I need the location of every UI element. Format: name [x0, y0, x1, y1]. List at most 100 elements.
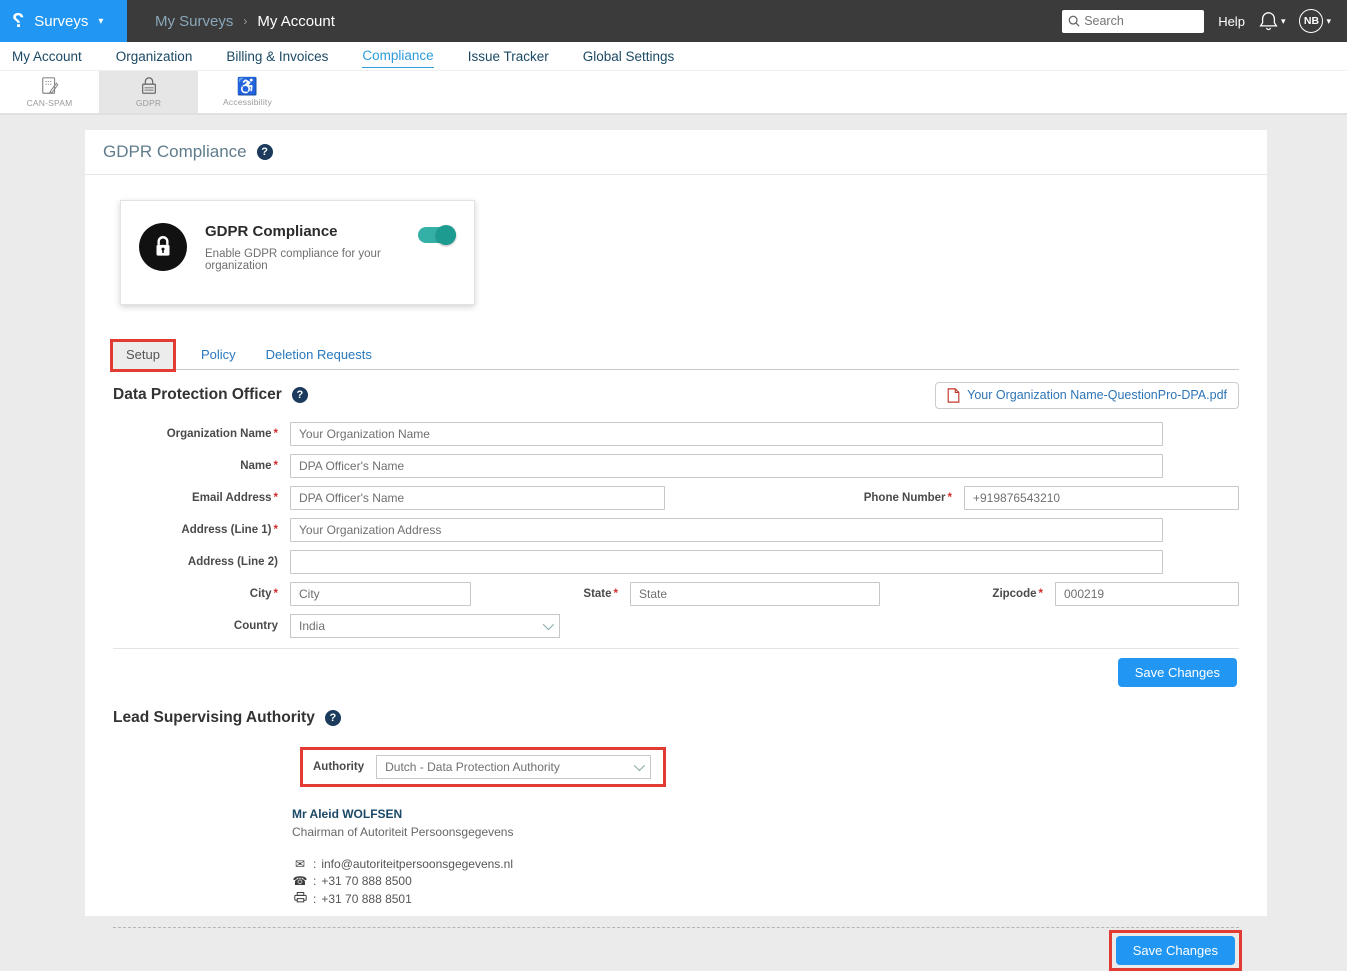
contact-phone-line: ☎ : +31 70 888 8500	[292, 874, 1267, 888]
state-input[interactable]	[630, 582, 880, 606]
lsa-save-row: Save Changes	[85, 930, 1267, 971]
product-switcher[interactable]: ? Surveys ▾	[0, 0, 127, 42]
authority-select-value: Dutch - Data Protection Authority	[385, 760, 560, 774]
organization-name-input[interactable]	[290, 422, 1163, 446]
phone-icon: ☎	[292, 874, 308, 888]
country-select[interactable]: India	[290, 614, 560, 638]
tab-deletion-requests[interactable]: Deletion Requests	[264, 342, 374, 369]
separator: :	[313, 874, 316, 888]
gdpr-sub-tabs: Setup Policy Deletion Requests	[113, 342, 1239, 370]
tab-setup[interactable]: Setup	[113, 342, 173, 369]
save-annotation-box: Save Changes	[1109, 930, 1242, 971]
compliance-tab-bar: CAN-SPAM GDPR ♿ Accessibility	[0, 71, 1347, 115]
required-marker: *	[614, 588, 618, 600]
help-icon[interactable]: ?	[325, 710, 341, 726]
top-bar: ? Surveys ▾ My Surveys › My Account Help…	[0, 0, 1347, 42]
lsa-save-button[interactable]: Save Changes	[1116, 936, 1235, 965]
separator: :	[313, 892, 316, 906]
city-label: City*	[113, 588, 278, 600]
nav-item-organization[interactable]: Organization	[116, 45, 193, 68]
nav-item-my-account[interactable]: My Account	[12, 45, 82, 68]
toggle-knob	[436, 225, 456, 245]
page-title-row: GDPR Compliance ?	[85, 130, 1267, 175]
contact-email: info@autoriteitpersoonsgegevens.nl	[321, 857, 513, 871]
topbar-right: Help ▾ NB ▾	[1062, 0, 1347, 42]
dpo-save-row: Save Changes	[85, 658, 1267, 687]
required-marker: *	[274, 588, 278, 600]
search-box[interactable]	[1062, 10, 1204, 33]
zipcode-label: Zipcode*	[992, 588, 1043, 600]
authority-select[interactable]: Dutch - Data Protection Authority	[376, 755, 651, 779]
chevron-down-icon	[634, 760, 645, 771]
form-row-city-state-zip: City* State* Zipcode*	[113, 582, 1239, 606]
address1-input[interactable]	[290, 518, 1163, 542]
required-marker: *	[274, 524, 278, 536]
authority-contact-title: Chairman of Autoriteit Persoonsgegevens	[292, 825, 1267, 839]
help-link[interactable]: Help	[1218, 14, 1245, 29]
separator: :	[313, 857, 316, 871]
enable-card-subtitle: Enable GDPR compliance for your organiza…	[205, 248, 400, 272]
nav-item-billing-invoices[interactable]: Billing & Invoices	[226, 45, 328, 68]
phone-input[interactable]	[964, 486, 1239, 510]
search-input[interactable]	[1084, 14, 1194, 28]
notifications-button[interactable]: ▾	[1259, 11, 1286, 31]
required-marker: *	[948, 492, 952, 504]
breadcrumb-separator-icon: ›	[243, 14, 247, 28]
pdf-file-icon	[947, 388, 960, 403]
address2-input[interactable]	[290, 550, 1163, 574]
required-marker: *	[1039, 588, 1043, 600]
form-row-country: Country India	[113, 614, 1239, 638]
authority-annotation-box: Authority Dutch - Data Protection Author…	[300, 747, 666, 787]
questionpro-logo-icon: ?	[12, 10, 24, 33]
bottom-divider	[113, 927, 1239, 928]
authority-contact-card: Mr Aleid WOLFSEN Chairman of Autoriteit …	[292, 807, 1267, 906]
tab-label: CAN-SPAM	[27, 98, 73, 108]
country-select-value: India	[299, 619, 325, 633]
envelope-icon: ✉	[292, 857, 308, 871]
dpo-section-head: Data Protection Officer ? Your Organizat…	[85, 380, 1267, 410]
address1-label: Address (Line 1)*	[113, 524, 278, 536]
breadcrumb-my-surveys[interactable]: My Surveys	[155, 13, 233, 30]
pdf-button-label: Your Organization Name-QuestionPro-DPA.p…	[967, 388, 1227, 402]
bell-icon	[1259, 11, 1278, 31]
breadcrumb: My Surveys › My Account	[155, 0, 335, 42]
lsa-heading: Lead Supervising Authority	[113, 709, 315, 727]
account-menu-button[interactable]: NB ▾	[1299, 9, 1331, 33]
nav-item-global-settings[interactable]: Global Settings	[583, 45, 675, 68]
lock-icon	[139, 76, 159, 96]
help-icon[interactable]: ?	[292, 387, 308, 403]
nav-item-compliance[interactable]: Compliance	[362, 44, 433, 68]
name-input[interactable]	[290, 454, 1163, 478]
dpa-pdf-button[interactable]: Your Organization Name-QuestionPro-DPA.p…	[935, 382, 1239, 409]
gdpr-enable-card: GDPR Compliance Enable GDPR compliance f…	[120, 200, 475, 305]
tab-policy[interactable]: Policy	[199, 342, 238, 369]
gdpr-toggle[interactable]	[418, 227, 456, 243]
authority-contact-name: Mr Aleid WOLFSEN	[292, 807, 1267, 821]
account-nav: My Account Organization Billing & Invoic…	[0, 42, 1347, 71]
tab-gdpr[interactable]: GDPR	[99, 71, 198, 113]
help-icon[interactable]: ?	[257, 144, 273, 160]
zipcode-input[interactable]	[1055, 582, 1239, 606]
dpo-save-button[interactable]: Save Changes	[1118, 658, 1237, 687]
required-marker: *	[274, 460, 278, 472]
avatar: NB	[1299, 9, 1323, 33]
contact-phone: +31 70 888 8500	[321, 874, 411, 888]
document-pencil-icon	[40, 76, 60, 96]
nav-item-issue-tracker[interactable]: Issue Tracker	[468, 45, 549, 68]
required-marker: *	[274, 492, 278, 504]
enable-card-text: GDPR Compliance Enable GDPR compliance f…	[205, 223, 400, 272]
email-input[interactable]	[290, 486, 665, 510]
tab-can-spam[interactable]: CAN-SPAM	[0, 71, 99, 113]
gdpr-compliance-screen: ? Surveys ▾ My Surveys › My Account Help…	[0, 0, 1347, 916]
lsa-section-head: Lead Supervising Authority ?	[85, 703, 1267, 733]
city-input[interactable]	[290, 582, 471, 606]
contact-email-line: ✉ : info@autoriteitpersoonsgegevens.nl	[292, 857, 1267, 871]
tab-accessibility[interactable]: ♿ Accessibility	[198, 71, 297, 113]
chevron-down-icon: ▾	[1326, 16, 1331, 27]
dpo-divider	[113, 648, 1239, 649]
enable-card-title: GDPR Compliance	[205, 223, 400, 240]
form-row-address1: Address (Line 1)*	[113, 518, 1239, 542]
chevron-down-icon: ▾	[98, 16, 103, 27]
dpo-heading: Data Protection Officer	[113, 386, 282, 404]
organization-name-label: Organization Name*	[113, 428, 278, 440]
